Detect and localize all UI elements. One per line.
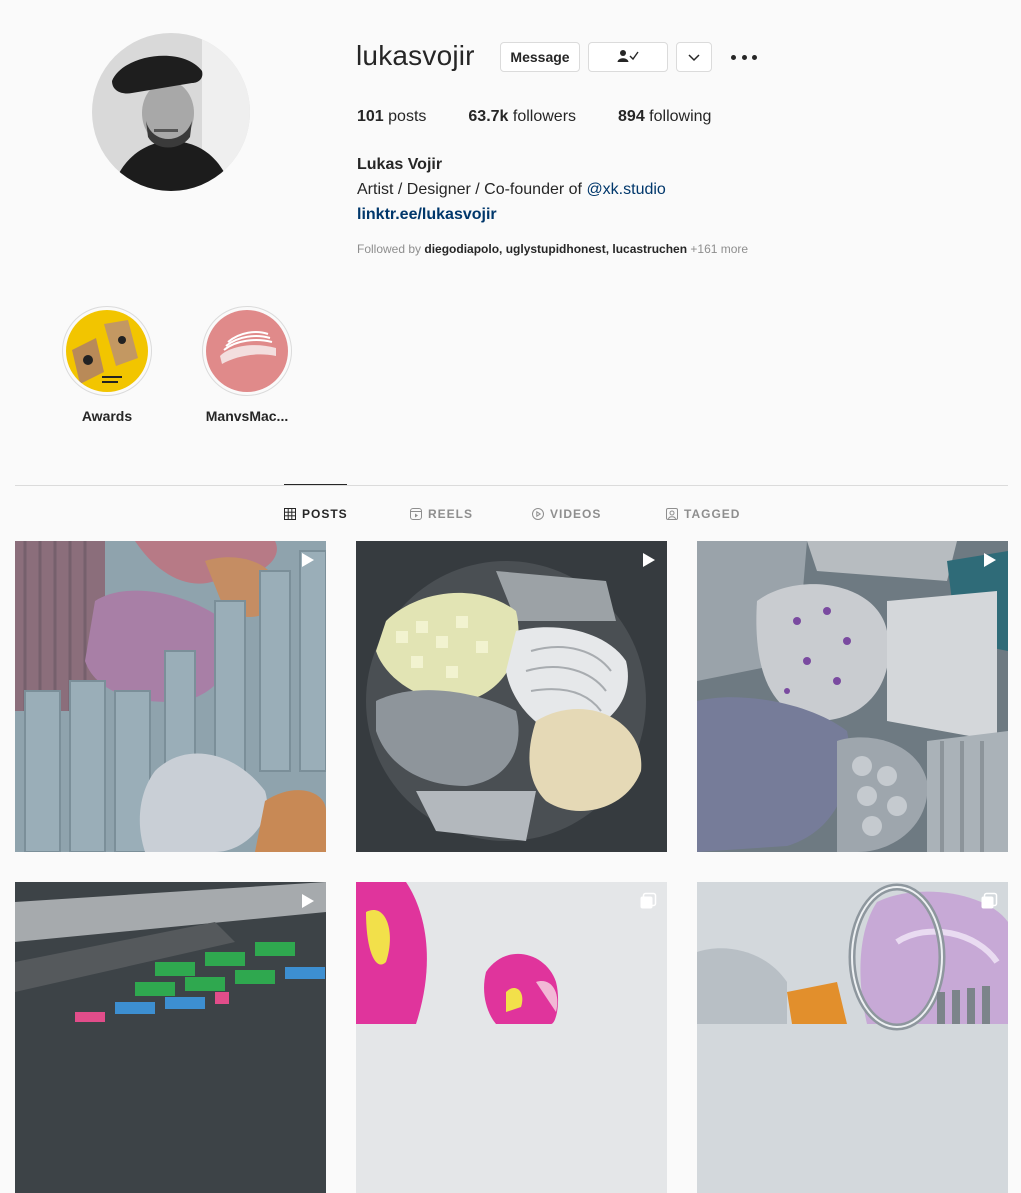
reel-icon — [302, 894, 314, 908]
post-thumbnail[interactable] — [15, 541, 326, 852]
post-image — [356, 541, 667, 852]
tab-videos[interactable]: VIDEOS — [532, 507, 601, 521]
suggestions-dropdown-button[interactable] — [676, 42, 712, 72]
profile-stats: 101 posts 63.7k followers 894 following — [357, 108, 753, 126]
post-image — [15, 541, 326, 852]
post-thumbnail[interactable] — [356, 882, 667, 1193]
reel-icon — [984, 553, 996, 567]
reels-icon — [410, 508, 422, 520]
tab-reels[interactable]: REELS — [410, 507, 473, 521]
post-image — [15, 882, 326, 1193]
person-check-icon — [617, 49, 639, 66]
post-thumbnail[interactable] — [356, 541, 667, 852]
post-thumbnail[interactable] — [15, 882, 326, 1193]
reel-icon — [643, 553, 655, 567]
profile-full-name: Lukas Vojir — [357, 156, 443, 173]
grid-icon — [284, 508, 296, 520]
message-button[interactable]: Message — [500, 42, 580, 72]
highlight-manvsmac[interactable]: ManvsMac... — [202, 306, 292, 424]
chevron-down-icon — [688, 49, 700, 65]
highlight-label: Awards — [81, 408, 133, 424]
highlight-cover — [66, 310, 148, 392]
reel-icon — [302, 553, 314, 567]
more-dots-icon — [731, 54, 736, 60]
tag-user-icon — [666, 508, 678, 520]
active-tab-indicator — [284, 484, 347, 485]
followers-link[interactable]: 63.7k followers — [468, 108, 576, 126]
post-image — [356, 882, 667, 1193]
profile-website-link[interactable]: linktr.ee/lukasvojir — [357, 206, 497, 224]
carousel-icon — [981, 892, 998, 909]
bio-mention-link[interactable]: @xk.studio — [586, 181, 665, 198]
followed-by-text[interactable]: Followed by diegodiapolo, uglystupidhone… — [357, 242, 748, 256]
post-image — [697, 882, 1008, 1193]
play-circle-icon — [532, 508, 544, 520]
profile-bio: Artist / Designer / Co-founder of @xk.st… — [357, 181, 666, 198]
carousel-icon — [640, 892, 657, 909]
post-image — [697, 541, 1008, 852]
highlight-cover — [206, 310, 288, 392]
post-thumbnail[interactable] — [697, 541, 1008, 852]
tabs-divider — [15, 485, 1008, 486]
highlight-label: ManvsMac... — [205, 408, 289, 424]
profile-username: lukasvojir — [356, 40, 475, 71]
posts-count: 101 posts — [357, 108, 427, 125]
post-thumbnail[interactable] — [697, 882, 1008, 1193]
profile-avatar[interactable] — [92, 33, 250, 191]
tab-posts[interactable]: POSTS — [284, 507, 348, 521]
following-button[interactable] — [588, 42, 668, 72]
following-link[interactable]: 894 following — [618, 108, 711, 126]
more-options-button[interactable] — [731, 47, 757, 67]
highlight-awards[interactable]: Awards — [62, 306, 152, 424]
tab-tagged[interactable]: TAGGED — [666, 507, 740, 521]
